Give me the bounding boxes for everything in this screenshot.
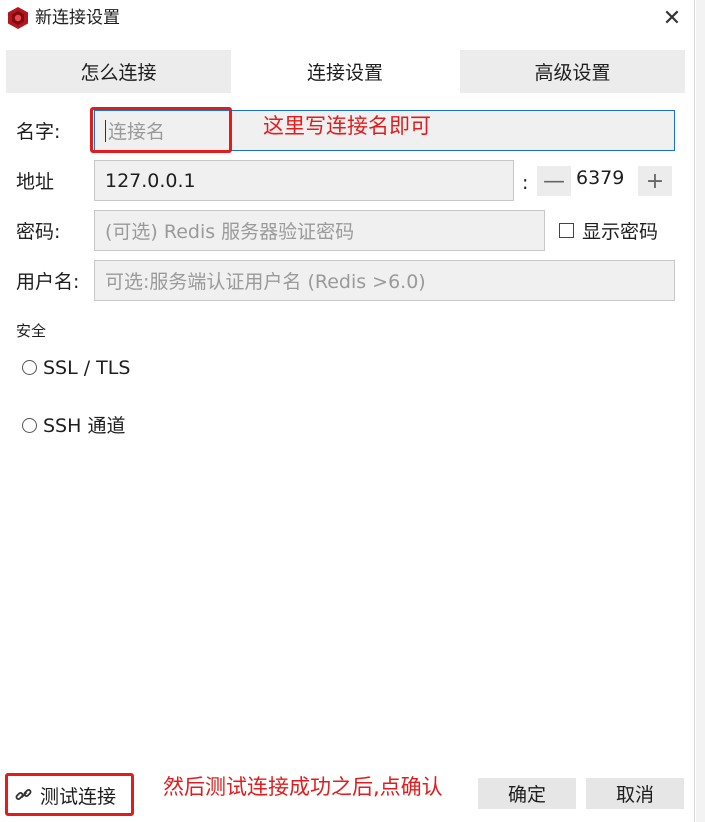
new-connection-dialog: 新连接设置 ✕ 怎么连接 连接设置 高级设置 名字: 连接名 地址 127.0.…: [0, 0, 695, 822]
show-password-checkbox[interactable]: [559, 223, 574, 238]
ok-button[interactable]: 确定: [478, 778, 576, 809]
password-input[interactable]: (可选) Redis 服务器验证密码: [94, 210, 545, 251]
window-title: 新连接设置: [35, 8, 120, 28]
password-placeholder: (可选) Redis 服务器验证密码: [105, 221, 355, 243]
host-port-separator: :: [522, 172, 529, 194]
address-label: 地址: [16, 171, 55, 193]
ssh-tunnel-label[interactable]: SSH 通道: [43, 414, 125, 438]
port-value: 6379: [576, 167, 625, 189]
title-bar: 新连接设置 ✕: [0, 0, 695, 36]
username-placeholder: 可选:服务端认证用户名 (Redis >6.0): [105, 271, 426, 293]
host-value: 127.0.0.1: [105, 169, 196, 192]
password-label: 密码:: [16, 221, 61, 243]
username-input[interactable]: 可选:服务端认证用户名 (Redis >6.0): [94, 260, 675, 301]
cancel-button[interactable]: 取消: [586, 778, 684, 809]
annotation-name-box: [90, 107, 232, 153]
security-section-label: 安全: [16, 322, 47, 340]
port-increment-button[interactable]: +: [638, 166, 672, 196]
username-label: 用户名:: [16, 271, 80, 293]
desktop-background: [696, 0, 705, 822]
host-input[interactable]: 127.0.0.1: [94, 160, 514, 201]
tab-advanced-settings[interactable]: 高级设置: [460, 50, 685, 93]
annotation-test-note: 然后测试连接成功之后,点确认: [163, 775, 443, 799]
ssl-tls-radio[interactable]: [22, 360, 37, 375]
annotation-name-note: 这里写连接名即可: [263, 114, 431, 138]
ssh-tunnel-radio[interactable]: [22, 418, 37, 433]
annotation-test-box: [5, 773, 134, 816]
name-label: 名字:: [16, 121, 61, 143]
show-password-label[interactable]: 显示密码: [582, 220, 658, 244]
port-input[interactable]: 6379: [576, 164, 636, 192]
redis-app-icon: [8, 7, 28, 29]
port-decrement-button[interactable]: —: [537, 166, 571, 196]
close-icon[interactable]: ✕: [658, 4, 686, 32]
ssl-tls-label[interactable]: SSL / TLS: [43, 356, 130, 380]
tab-connection-settings[interactable]: 连接设置: [232, 50, 458, 93]
tab-how-to-connect[interactable]: 怎么连接: [6, 50, 231, 93]
